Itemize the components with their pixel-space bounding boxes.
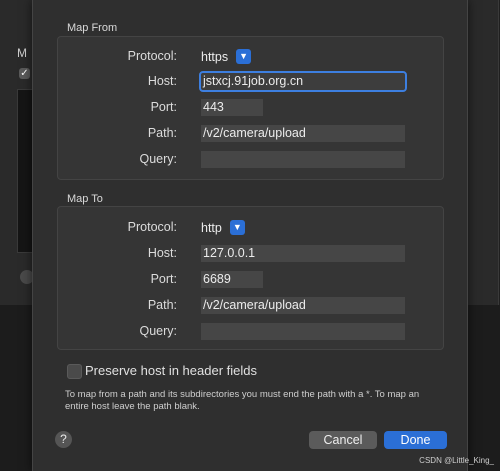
- from-host-input[interactable]: jstxcj.91job.org.cn: [199, 71, 407, 92]
- to-path-label: Path:: [147, 298, 177, 312]
- to-path-input[interactable]: /v2/camera/upload: [201, 297, 405, 314]
- done-button[interactable]: Done: [384, 431, 447, 449]
- background-label: M: [17, 46, 27, 60]
- from-path-input[interactable]: /v2/camera/upload: [201, 125, 405, 142]
- map-from-group: Protocol: https ▼ Host: jstxcj.91job.org…: [57, 36, 444, 180]
- to-protocol-label: Protocol:: [127, 220, 177, 234]
- from-host-label: Host:: [147, 74, 177, 88]
- to-query-input[interactable]: [201, 323, 405, 340]
- preserve-host-label[interactable]: Preserve host in header fields: [85, 363, 257, 378]
- to-host-input[interactable]: 127.0.0.1: [201, 245, 405, 262]
- from-protocol-label: Protocol:: [127, 49, 177, 63]
- from-query-input[interactable]: [201, 151, 405, 168]
- from-path-label: Path:: [147, 126, 177, 140]
- to-protocol-value: http: [201, 220, 222, 235]
- help-button[interactable]: ?: [55, 431, 72, 448]
- chevron-down-icon: ▼: [229, 220, 245, 235]
- from-protocol-select[interactable]: https ▼: [201, 48, 252, 65]
- preserve-host-checkbox[interactable]: [67, 364, 82, 379]
- background-checkbox: ✓: [19, 68, 30, 79]
- map-from-title: Map From: [67, 22, 118, 34]
- background-pane: [17, 89, 33, 253]
- from-port-label: Port:: [150, 100, 177, 114]
- path-hint-text: To map from a path and its subdirectorie…: [65, 389, 420, 412]
- to-port-input[interactable]: 6689: [201, 271, 263, 288]
- from-query-label: Query:: [139, 152, 177, 166]
- watermark: CSDN @Little_King_: [419, 456, 494, 465]
- to-protocol-select[interactable]: http ▼: [201, 219, 245, 236]
- to-host-label: Host:: [147, 246, 177, 260]
- from-protocol-value: https: [201, 49, 229, 64]
- map-to-title: Map To: [67, 193, 103, 205]
- map-to-group: Protocol: http ▼ Host: 127.0.0.1 Port: 6…: [57, 206, 444, 350]
- from-port-input[interactable]: 443: [201, 99, 263, 116]
- map-remote-sheet: Map From Protocol: https ▼ Host: jstxcj.…: [32, 0, 468, 471]
- chevron-down-icon: ▼: [236, 49, 252, 64]
- to-port-label: Port:: [150, 272, 177, 286]
- to-query-label: Query:: [139, 324, 177, 338]
- cancel-button[interactable]: Cancel: [309, 431, 377, 449]
